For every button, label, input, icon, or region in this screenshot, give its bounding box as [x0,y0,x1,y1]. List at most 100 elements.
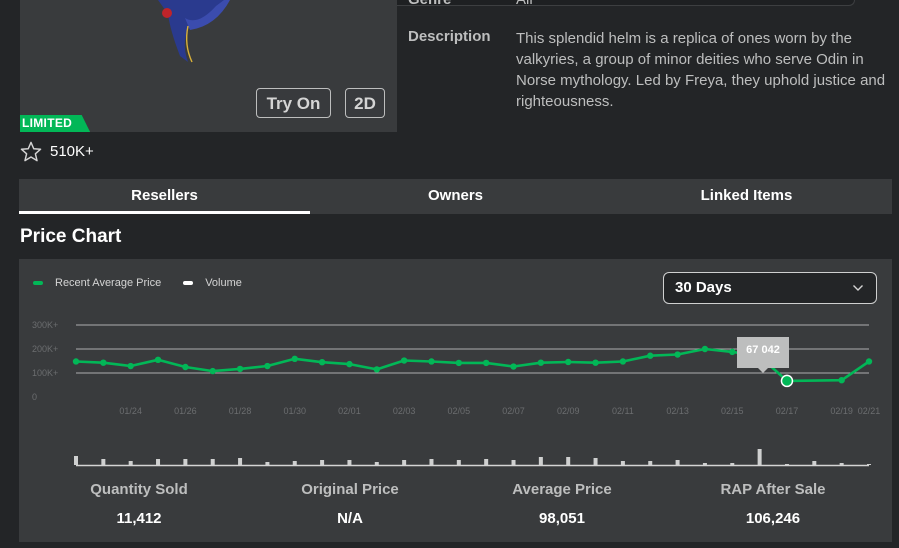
price-point [291,355,298,363]
price-chart-title: Price Chart [20,226,122,247]
volume-bar [210,459,215,465]
stat-value: 98,051 [539,510,585,527]
price-point [182,363,189,371]
volume-bar [620,461,625,465]
price-point [127,362,134,370]
price-point [373,366,380,373]
description-label: Description [408,28,491,45]
price-point [838,377,845,384]
volume-bar [675,460,680,465]
volume-bar [292,461,297,465]
price-point [455,359,463,367]
volume-bar [429,459,434,465]
price-point [647,352,654,359]
y-tick-label: 200K+ [32,344,58,354]
price-point [72,358,80,365]
volume-bar [867,464,871,465]
x-tick-label: 02/13 [666,406,689,416]
price-point [428,358,435,365]
price-point [318,359,326,366]
price-point [674,351,681,358]
stat-value: 106,246 [745,510,801,527]
price-point [236,365,244,373]
stat-value: N/A [337,510,363,527]
genre-label: Genre [408,0,451,8]
tab-resellers[interactable]: Resellers [19,179,310,214]
x-tick-label: 02/03 [393,406,416,416]
stat-label: Original Price [301,481,399,498]
limited-badge: LIMITED [20,115,91,132]
item-tabs: Resellers Owners Linked Items [19,179,892,214]
x-tick-label: 02/01 [338,406,361,416]
x-tick-label: 02/17 [776,406,799,416]
price-point [537,359,545,366]
price-point [100,359,107,366]
x-tick-label: 01/24 [119,406,142,416]
volume-bar [265,462,270,465]
volume-bar [402,460,407,465]
try-on-button[interactable]: Try On [256,88,331,118]
volume-bar [74,456,78,465]
volume-bar [156,459,161,465]
volume-bar [484,459,489,465]
price-point [209,367,216,375]
price-point [510,363,517,370]
y-tick-label: 100K+ [32,368,58,378]
tab-linked-items[interactable]: Linked Items [601,179,892,214]
star-icon [20,141,42,161]
stat-label: RAP After Sale [720,481,826,498]
volume-bar [183,459,188,465]
volume-bar [839,463,844,465]
favorites-count: 510K+ [50,142,94,160]
x-tick-label: 02/19 [830,406,853,416]
price-point [729,348,736,356]
volume-bar [566,457,571,465]
volume-bar [538,457,543,465]
x-tick-label: 01/30 [283,406,306,416]
stat-label: Quantity Sold [90,481,188,498]
volume-bar [128,461,133,465]
description-text: This splendid helm is a replica of ones … [516,30,886,110]
price-point [565,358,572,366]
x-tick-label: 02/11 [612,406,634,416]
helm-image [158,0,230,63]
x-tick-label: 02/09 [557,406,580,416]
price-point [592,359,599,366]
price-point [865,358,873,365]
stat-quantity-sold: Quantity Sold 11,412 [33,481,245,527]
volume-bar [456,460,461,465]
volume-bar [320,460,325,465]
x-tick-label: 02/07 [502,406,525,416]
volume-bar [374,462,379,465]
tab-owners[interactable]: Owners [310,179,601,214]
stat-average-price: Average Price 98,051 [456,481,668,527]
price-point [482,359,490,367]
volume-bar [238,458,243,465]
price-point [619,358,627,365]
volume-bar [511,460,516,465]
volume-bar [347,460,352,465]
volume-bar [812,461,817,465]
price-point-highlight [780,374,794,388]
2d-view-button[interactable]: 2D [345,88,385,118]
x-tick-label: 02/05 [448,406,471,416]
x-tick-label: 02/21 [858,406,881,416]
favorite-button[interactable]: 510K+ [20,140,94,162]
volume-bar [757,449,762,465]
price-point [264,362,271,370]
price-point [400,357,408,364]
volume-bar [593,458,598,465]
x-tick-label: 01/28 [229,406,252,416]
volume-bar [702,463,707,465]
volume-bar [101,459,106,465]
stat-value: 11,412 [116,510,162,527]
price-chart-panel: Recent Average Price Volume 30 Days 300K… [19,259,892,542]
y-tick-label: 0 [32,392,37,402]
price-point [701,345,709,353]
stat-label: Average Price [512,481,612,498]
y-tick-label: 300K+ [32,320,58,330]
price-point [154,356,162,363]
price-point [346,360,353,368]
x-tick-label: 02/15 [721,406,744,416]
genre-value: All [516,0,533,8]
